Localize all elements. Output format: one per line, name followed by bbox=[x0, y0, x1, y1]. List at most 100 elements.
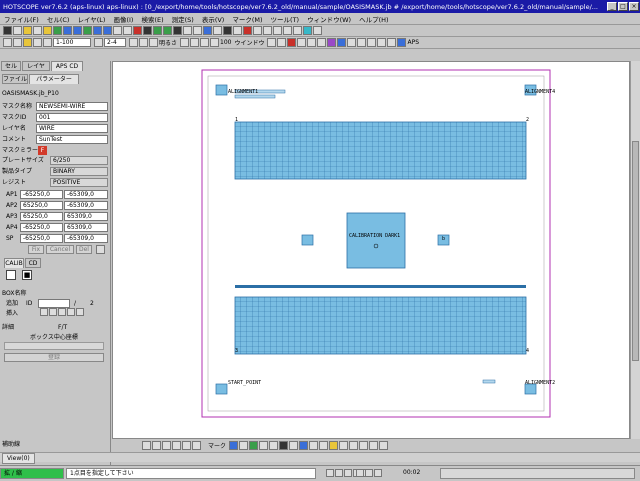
refresh-icon[interactable] bbox=[76, 308, 84, 316]
row-icon[interactable] bbox=[377, 38, 387, 47]
cascade-icon[interactable] bbox=[307, 38, 317, 47]
brightness-down-icon[interactable] bbox=[200, 38, 210, 47]
last-page-icon[interactable] bbox=[67, 308, 75, 316]
brightness-icon[interactable] bbox=[180, 38, 190, 47]
menu-image[interactable]: 画像(I) bbox=[113, 14, 133, 24]
mark-go-icon[interactable] bbox=[249, 440, 259, 450]
pattern-icon[interactable] bbox=[397, 38, 407, 47]
insert-radio-label[interactable]: 挿入 bbox=[6, 309, 18, 318]
folder-open-icon[interactable] bbox=[23, 26, 32, 35]
ratio-icon[interactable] bbox=[94, 38, 103, 47]
image-icon[interactable] bbox=[23, 38, 32, 47]
measure-clear-icon[interactable] bbox=[192, 440, 201, 450]
tab-aps-cd[interactable]: APS CD bbox=[51, 61, 83, 71]
mark-edit-icon[interactable] bbox=[289, 440, 299, 450]
menu-search[interactable]: 検索(E) bbox=[141, 14, 163, 24]
measure-line-icon[interactable] bbox=[142, 440, 151, 450]
ap3-x-field[interactable]: 65250,0 bbox=[20, 212, 63, 221]
help-icon[interactable] bbox=[313, 26, 322, 35]
layer-icon[interactable] bbox=[53, 26, 62, 35]
ap2-x-field[interactable]: 65250,0 bbox=[20, 201, 63, 210]
marker-icon[interactable] bbox=[243, 26, 252, 35]
box-select-icon[interactable] bbox=[6, 270, 16, 280]
vertical-scrollbar[interactable] bbox=[630, 61, 640, 439]
ruler-icon[interactable] bbox=[123, 26, 132, 35]
layer-name-field[interactable]: WIRE bbox=[36, 124, 108, 133]
ap1-x-field[interactable]: -65250,0 bbox=[20, 190, 63, 199]
paste-icon[interactable] bbox=[263, 26, 272, 35]
record-icon[interactable] bbox=[287, 38, 297, 47]
step-back-icon[interactable] bbox=[356, 469, 364, 477]
measure-point-icon[interactable] bbox=[182, 440, 191, 450]
product-type-select[interactable]: BINARY bbox=[50, 167, 108, 176]
sp-y-field[interactable]: -65309,0 bbox=[64, 234, 108, 243]
step-forward-icon[interactable] bbox=[365, 469, 373, 477]
line-icon[interactable] bbox=[213, 26, 222, 35]
mark-delete-icon[interactable] bbox=[279, 440, 289, 450]
play-icon[interactable] bbox=[344, 469, 352, 477]
measure-angle-icon[interactable] bbox=[162, 440, 171, 450]
fit-icon[interactable] bbox=[83, 26, 92, 35]
mark-zoom-icon[interactable] bbox=[369, 440, 379, 450]
save-icon[interactable] bbox=[33, 26, 42, 35]
center-slider[interactable] bbox=[4, 342, 104, 350]
menu-file[interactable]: ファイル(F) bbox=[4, 14, 39, 24]
next-page-icon[interactable] bbox=[58, 308, 66, 316]
close-button[interactable]: × bbox=[629, 2, 639, 11]
split-icon[interactable] bbox=[317, 38, 327, 47]
menu-measure[interactable]: 測定(S) bbox=[172, 14, 194, 24]
menu-layer[interactable]: レイヤ(L) bbox=[77, 14, 105, 24]
path-icon[interactable] bbox=[203, 26, 212, 35]
maximize-button[interactable]: □ bbox=[618, 2, 628, 11]
fix-button[interactable]: Fix bbox=[28, 245, 44, 254]
zoom-out-icon[interactable] bbox=[73, 26, 82, 35]
star-icon[interactable] bbox=[163, 26, 172, 35]
arrow-icon[interactable] bbox=[3, 26, 12, 35]
back-icon[interactable] bbox=[13, 26, 22, 35]
mark-add-icon[interactable] bbox=[229, 440, 239, 450]
menu-window[interactable]: ウィンドウ(W) bbox=[307, 14, 351, 24]
ap4-y-field[interactable]: 65309,0 bbox=[64, 223, 108, 232]
column-icon[interactable] bbox=[367, 38, 377, 47]
view-tab[interactable]: View(0) bbox=[2, 453, 35, 464]
list-icon[interactable] bbox=[357, 38, 367, 47]
minimize-button[interactable]: _ bbox=[607, 2, 617, 11]
menu-cell[interactable]: セル(C) bbox=[47, 14, 70, 24]
play-first-icon[interactable] bbox=[326, 469, 334, 477]
text-icon[interactable] bbox=[233, 26, 242, 35]
subtab-parameter[interactable]: パラメーター bbox=[29, 74, 79, 84]
rect-icon[interactable] bbox=[183, 26, 192, 35]
window-max-icon[interactable] bbox=[277, 38, 287, 47]
add-radio-label[interactable]: 追加 bbox=[6, 299, 18, 308]
first-page-icon[interactable] bbox=[40, 308, 48, 316]
menu-help[interactable]: ヘルプ(H) bbox=[359, 14, 388, 24]
comment-field[interactable]: SunTest bbox=[36, 135, 108, 144]
tab-layer[interactable]: レイヤ bbox=[22, 61, 50, 71]
vertical-scroll-thumb[interactable] bbox=[632, 141, 639, 361]
stop-icon[interactable] bbox=[133, 26, 142, 35]
play-back-icon[interactable] bbox=[335, 469, 343, 477]
level-icon[interactable] bbox=[210, 38, 220, 47]
prev-page-icon[interactable] bbox=[49, 308, 57, 316]
aps-label[interactable]: APS bbox=[407, 39, 419, 46]
redo-icon[interactable] bbox=[283, 26, 292, 35]
undo-icon[interactable] bbox=[273, 26, 282, 35]
ap2-y-field[interactable]: -65309,0 bbox=[64, 201, 108, 210]
cancel-button[interactable]: Cancel bbox=[46, 245, 74, 254]
measure-box-icon[interactable] bbox=[152, 440, 161, 450]
diamond-icon[interactable] bbox=[173, 26, 182, 35]
resist-select[interactable]: POSITIVE bbox=[50, 178, 108, 187]
zoom-icon[interactable] bbox=[33, 38, 42, 47]
mark-save-icon[interactable] bbox=[309, 440, 319, 450]
box-center-icon[interactable]: ■ bbox=[22, 270, 32, 280]
ap3-y-field[interactable]: 65309,0 bbox=[64, 212, 108, 221]
tab-cell[interactable]: セル bbox=[1, 61, 21, 71]
mark-fit-icon[interactable] bbox=[379, 440, 389, 450]
mark-color-icon[interactable] bbox=[299, 440, 309, 450]
ap4-x-field[interactable]: -65250,0 bbox=[20, 223, 63, 232]
print-icon[interactable] bbox=[43, 26, 52, 35]
search-icon[interactable] bbox=[93, 26, 102, 35]
settings-icon[interactable] bbox=[293, 26, 302, 35]
plate-size-select[interactable]: 6/250 bbox=[50, 156, 108, 165]
ap1-y-field[interactable]: -65309,0 bbox=[64, 190, 108, 199]
